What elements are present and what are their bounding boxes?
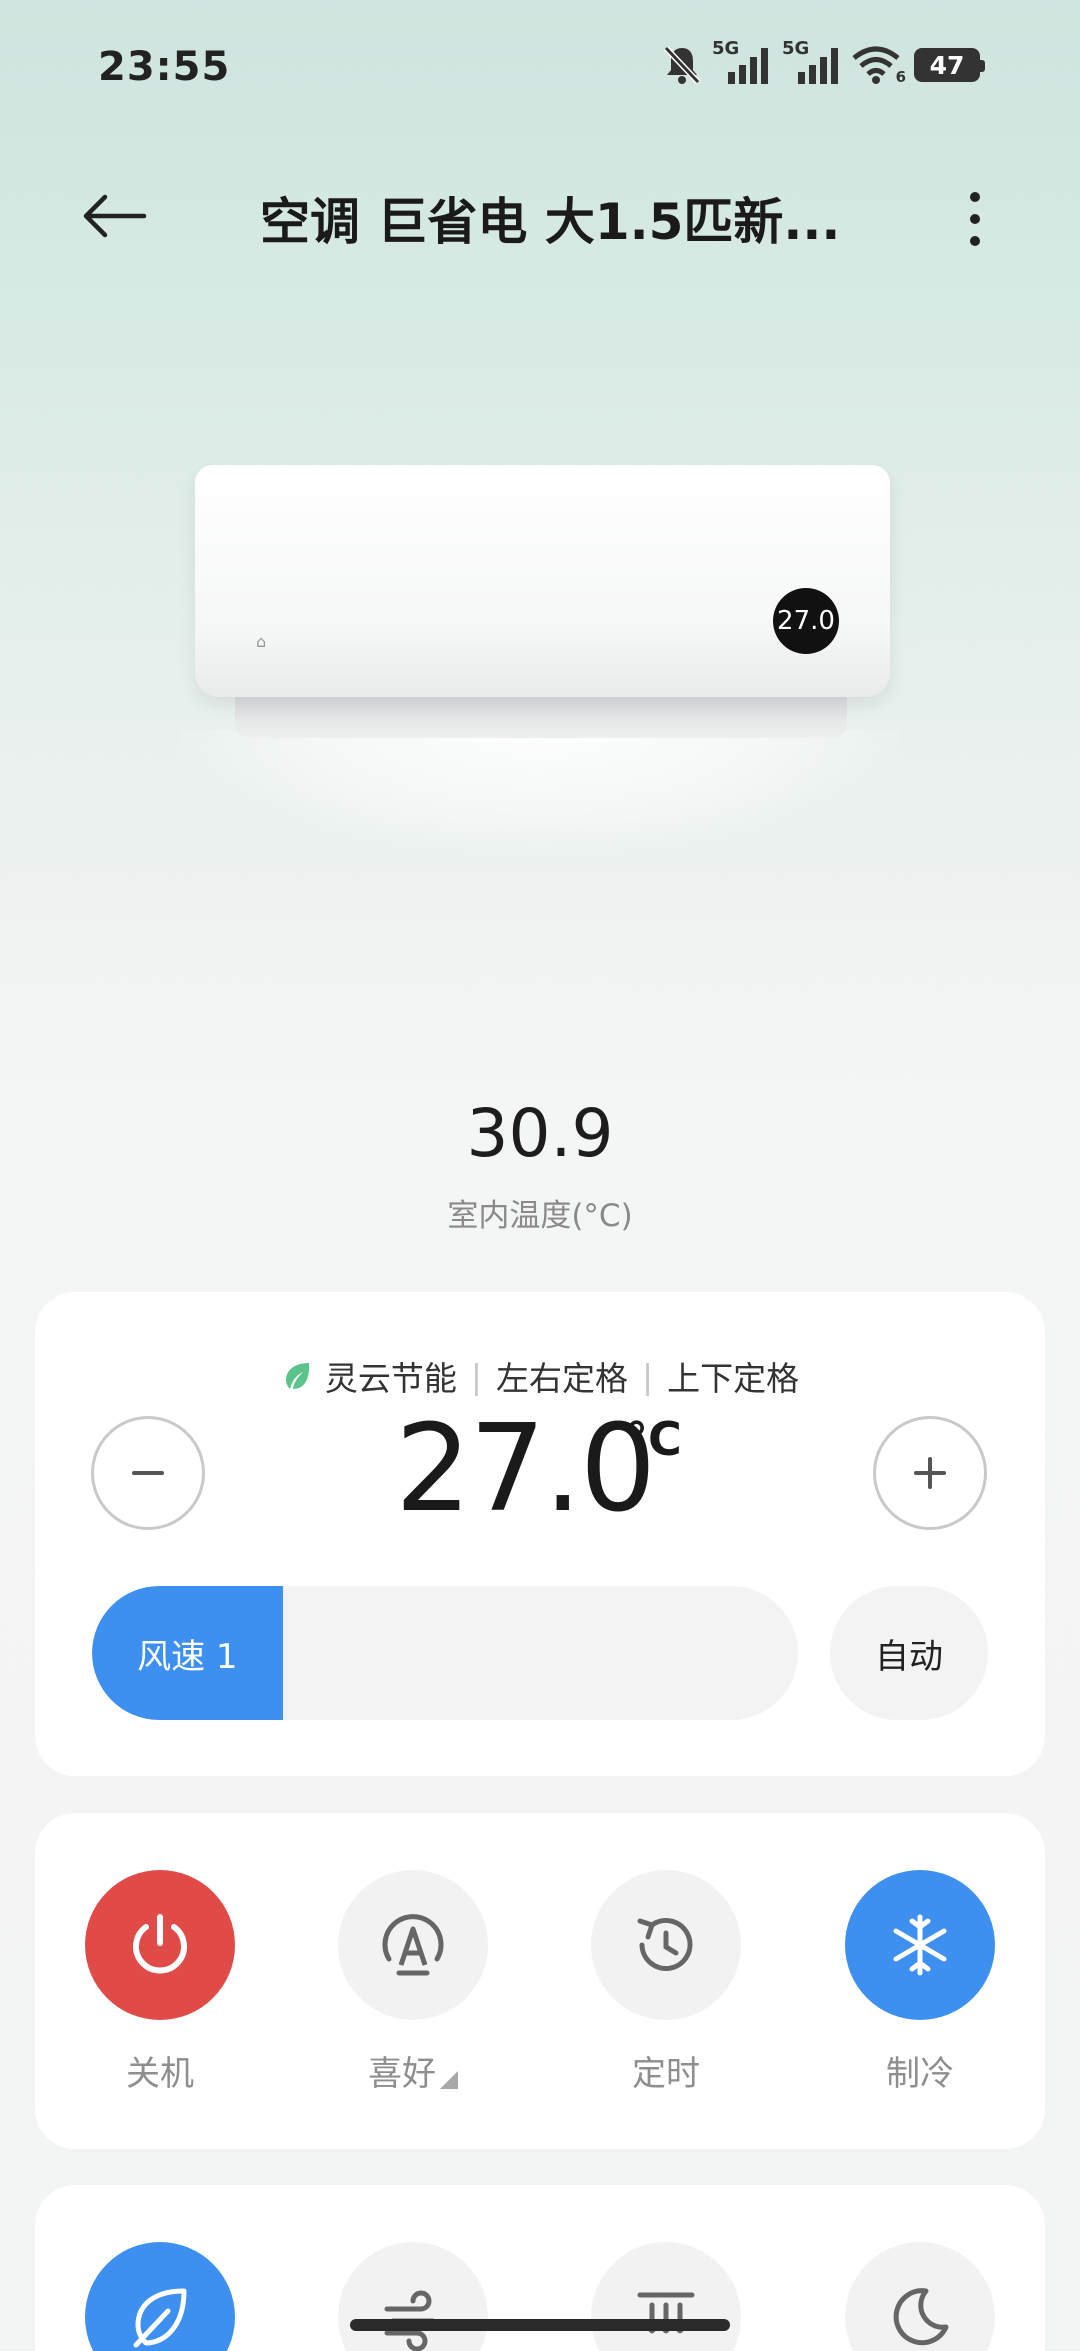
signal-1-icon: 5G: [712, 38, 772, 86]
tag-divider: |: [470, 1356, 482, 1396]
preference-button[interactable]: 喜好: [338, 1870, 488, 2095]
power-icon: [133, 1914, 187, 1974]
indoor-temperature-label: 室内温度(°C): [447, 1198, 633, 1234]
set-temperature: 27.0: [395, 1400, 656, 1539]
fan-speed-label: 风速 1: [137, 1636, 238, 1677]
tag-vertical-fixed[interactable]: 上下定格: [667, 1352, 799, 1400]
cooling-label: 制冷: [886, 2054, 954, 2094]
auto-a-icon: [382, 1914, 444, 1976]
downflow-icon: [637, 2292, 695, 2334]
more-vertical-icon: [970, 192, 980, 246]
air-conditioner-image: [195, 465, 890, 697]
header: 空调 巨省电 大1.5匹新...: [0, 170, 1080, 260]
dropdown-corner-icon: [440, 2071, 458, 2089]
eco-mode-button[interactable]: [85, 2242, 235, 2351]
snowflake-icon: [893, 1914, 947, 1976]
timer-label: 定时: [632, 2054, 700, 2094]
minus-icon: [132, 1471, 164, 1475]
power-label: 关机: [126, 2054, 194, 2094]
wifi-icon: 6: [852, 44, 906, 86]
wind-mode-button[interactable]: [338, 2242, 488, 2351]
tag-divider: |: [642, 1356, 654, 1396]
home-indicator[interactable]: [350, 2319, 730, 2331]
airflow-illustration: [180, 730, 900, 850]
downflow-circle: [591, 2242, 741, 2351]
timer-icon: [637, 1918, 693, 1971]
plus-icon: [914, 1457, 946, 1489]
wind-circle: [338, 2242, 488, 2351]
battery-icon: 47: [914, 48, 985, 82]
ac-display: 27.0: [773, 588, 839, 654]
page-title: 空调 巨省电 大1.5匹新...: [260, 193, 840, 251]
more-options-button[interactable]: [950, 184, 1000, 254]
tag-horizontal-fixed[interactable]: 左右定格: [496, 1352, 628, 1400]
auto-speed-button[interactable]: 自动: [830, 1586, 988, 1720]
mi-logo-icon: ⌂: [256, 632, 267, 651]
status-time: 23:55: [98, 44, 231, 90]
tag-energy-saving[interactable]: 灵云节能: [325, 1352, 457, 1400]
back-button[interactable]: [74, 186, 154, 246]
ac-display-value: 27.0: [777, 606, 835, 636]
status-bar: 23:55 5G 5G 6 47: [0, 0, 1080, 140]
cooling-mode-button[interactable]: 制冷: [845, 1870, 995, 2095]
moon-icon: [893, 2288, 949, 2346]
timer-button[interactable]: 定时: [591, 1870, 741, 2095]
mute-bell-icon: [663, 45, 701, 85]
timer-circle: [591, 1870, 741, 2020]
arrow-left-icon: [83, 194, 147, 238]
increase-temp-button[interactable]: [873, 1416, 987, 1530]
preference-label-text: 喜好: [368, 2054, 436, 2094]
sleep-circle: [845, 2242, 995, 2351]
fan-speed-slider[interactable]: 风速 1: [92, 1586, 798, 1720]
signal-2-icon: 5G: [782, 38, 842, 86]
eco-circle: [85, 2242, 235, 2351]
eco-leaf-icon: [281, 1360, 313, 1392]
preference-circle: [338, 1870, 488, 2020]
sleep-mode-button[interactable]: [845, 2242, 995, 2351]
status-icons: 5G 5G 6 47: [662, 38, 985, 88]
ac-vent: [235, 692, 847, 738]
decrease-temp-button[interactable]: [91, 1416, 205, 1530]
power-off-button[interactable]: 关机: [85, 1870, 235, 2095]
temperature-unit: °C: [625, 1412, 682, 1466]
leaf-icon: [133, 2288, 187, 2348]
feature-tags: 灵云节能 | 左右定格 | 上下定格: [35, 1352, 1045, 1400]
downflow-mode-button[interactable]: [591, 2242, 741, 2351]
temperature-card: 灵云节能 | 左右定格 | 上下定格 27.0 °C 风速 1 自动: [35, 1292, 1045, 1776]
power-circle: [85, 1870, 235, 2020]
cooling-circle: [845, 1870, 995, 2020]
indoor-temperature-value: 30.9: [466, 1095, 614, 1172]
wind-icon: [384, 2290, 436, 2351]
modes-card: 关机 喜好 定时 制冷: [35, 1813, 1045, 2149]
preference-label: 喜好: [368, 2046, 458, 2095]
